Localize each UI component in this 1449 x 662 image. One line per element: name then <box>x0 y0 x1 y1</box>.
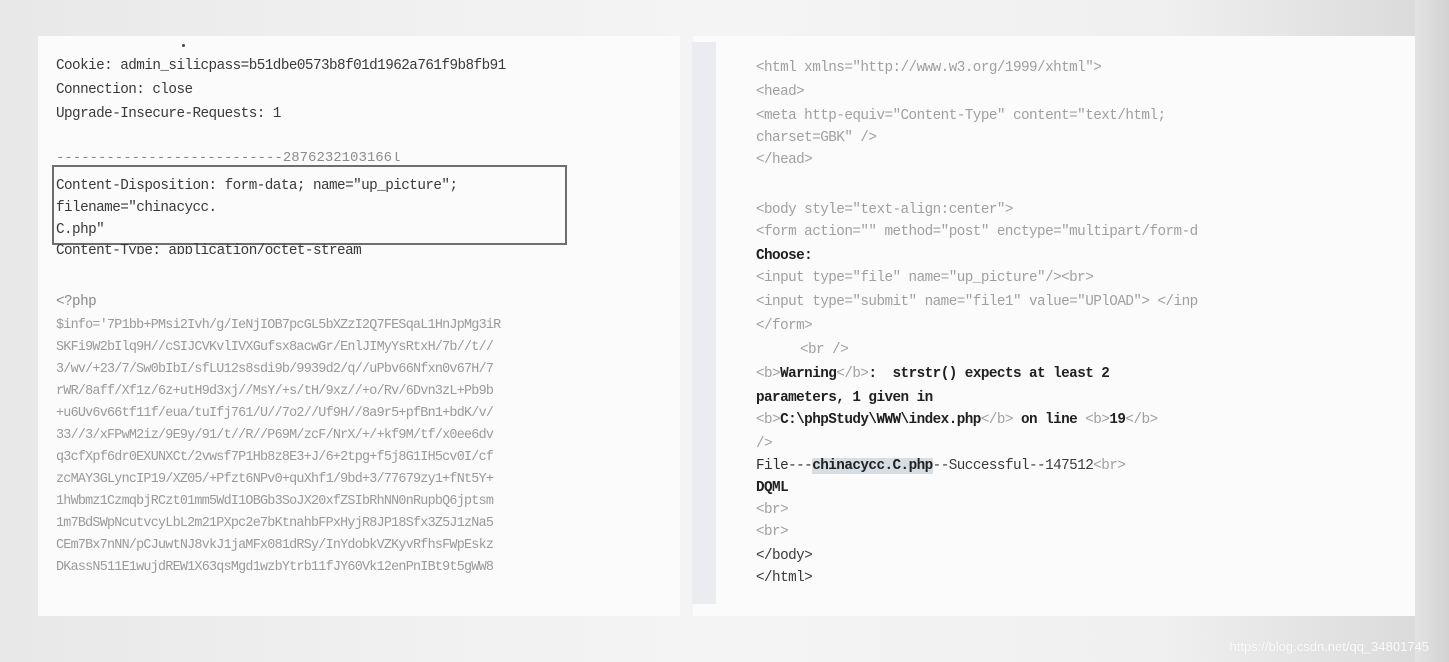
body-open-tag: <body style="text-align:center"> <box>756 202 1014 218</box>
meta-tag-cont: charset=GBK" /> <box>756 130 877 146</box>
content-disposition-line: Content-Disposition: form-data; name="up… <box>56 178 458 194</box>
payload-line: 1hWbmz1CzmqbjRCzt01mm5WdI1OBGb3SoJX20xfZ… <box>56 494 494 509</box>
content-type-line: Content-Type: application/octet-stream <box>56 243 362 254</box>
page-edge-shadow <box>1415 0 1449 662</box>
on-line-text: on line <box>1021 412 1078 428</box>
payload-line: 1m7BdSWpNcutvcyLbL2m21PXpc2e7bKtnahbFPxH… <box>56 516 494 531</box>
html-close-tag: </html> <box>756 570 813 586</box>
file-prefix: File--- <box>756 458 813 474</box>
payload-line: $info='7P1bb+PMsi2Ivh/g/IeNjIOB7pcGL5bXZ… <box>56 318 501 333</box>
b-close-tag: </b> <box>980 412 1014 428</box>
panel-divider <box>692 42 716 604</box>
upload-result-line: File---chinacycc.C.php--Successful--1475… <box>756 456 1126 476</box>
br-tag: <br> <box>1093 458 1126 474</box>
warning-label: Warning <box>780 366 837 382</box>
payload-line: SKFi9W2bIlq9H//cSIJCVKvlIVXGufsx8acwGr/E… <box>56 340 494 355</box>
b-close-tag: </b> <box>836 366 869 382</box>
head-open-tag: <head> <box>756 84 805 100</box>
filename-ext-line: C.php" <box>56 222 105 238</box>
uploaded-filename: chinacycc.C.php <box>812 458 933 474</box>
filename-line: filename="chinacycc. <box>56 200 217 216</box>
html-open-tag: <html xmlns="http://www.w3.org/1999/xhtm… <box>756 60 1102 76</box>
multipart-boundary: ---------------------------2876232103166… <box>56 152 401 164</box>
head-close-tag: </head> <box>756 152 813 168</box>
warning-message: : strstr() expects at least 2 <box>868 366 1110 382</box>
payload-line: 3/wv/+23/7/Sw0bIbI/sfLU12s8sdi9b/9939d2/… <box>56 362 494 377</box>
cookie-header: Cookie: admin_silicpass=b51dbe0573b8f01d… <box>56 58 506 74</box>
upgrade-header: Upgrade-Insecure-Requests: 1 <box>56 106 281 122</box>
payload-line: +u6Uv6v66tf11f/eua/tuIfj761/U//7o2//Uf9H… <box>56 406 494 421</box>
form-open-tag: <form action="" method="post" enctype="m… <box>756 224 1198 240</box>
stray-mark <box>182 44 185 47</box>
watermark: https://blog.csdn.net/qq_34801745 <box>1229 639 1430 654</box>
connection-header: Connection: close <box>56 82 193 98</box>
file-suffix: --Successful--147512 <box>932 458 1094 474</box>
payload-line: zcMAY3GLyncIP19/XZ05/+Pfzt6NPv0+quXhf1/9… <box>56 472 494 487</box>
warning-message-cont: parameters, 1 given in <box>756 390 933 406</box>
payload-line: 33//3/xFPwM2iz/9E9y/91/t//R//P69M/zcF/Nr… <box>56 428 494 443</box>
php-open-tag: <?php <box>56 294 97 310</box>
br-tag: <br> <box>756 524 789 540</box>
payload-line: rWR/8aff/Xf1z/6z+utH9d3xj//MsY/+s/tH/9xz… <box>56 384 494 399</box>
meta-tag: <meta http-equiv="Content-Type" content=… <box>756 108 1166 124</box>
b-open-tag: <b> <box>756 412 781 428</box>
payload-line: CEm7Bx7nNN/pCJuwtNJ8vkJ1jaMFx081dRSy/InY… <box>56 538 494 553</box>
payload-line: q3cfXpf6dr0EXUNXCt/2vwsf7P1Hb8z8E3+J/6+2… <box>56 450 494 465</box>
line-number: 19 <box>1109 412 1126 428</box>
script-path: C:\phpStudy\WWW\index.php <box>780 412 981 428</box>
payload-line: DKassN511E1wujdREW1X63qsMgd1wzbYtrb11fJY… <box>56 560 494 575</box>
b-close-tag: </b> <box>1125 412 1158 428</box>
slash-close-tag: /> <box>756 436 773 452</box>
warning-path-line: <b>C:\phpStudy\WWW\index.php</b> on line… <box>756 410 1158 430</box>
br-tag: <br> <box>756 502 789 518</box>
input-file-tag: <input type="file" name="up_picture"/><b… <box>756 270 1094 286</box>
warning-line: <b>Warning</b>: strstr() expects at leas… <box>756 364 1110 384</box>
form-close-tag: </form> <box>756 318 813 334</box>
input-submit-tag: <input type="submit" name="file1" value=… <box>756 294 1198 310</box>
dqml-text: DQML <box>756 480 789 496</box>
body-close-tag: </body> <box>756 548 813 564</box>
choose-text: Choose: <box>756 248 813 264</box>
b-open-tag: <b> <box>756 366 781 382</box>
br-tag: <br /> <box>800 342 849 358</box>
b-open-tag: <b> <box>1085 412 1110 428</box>
